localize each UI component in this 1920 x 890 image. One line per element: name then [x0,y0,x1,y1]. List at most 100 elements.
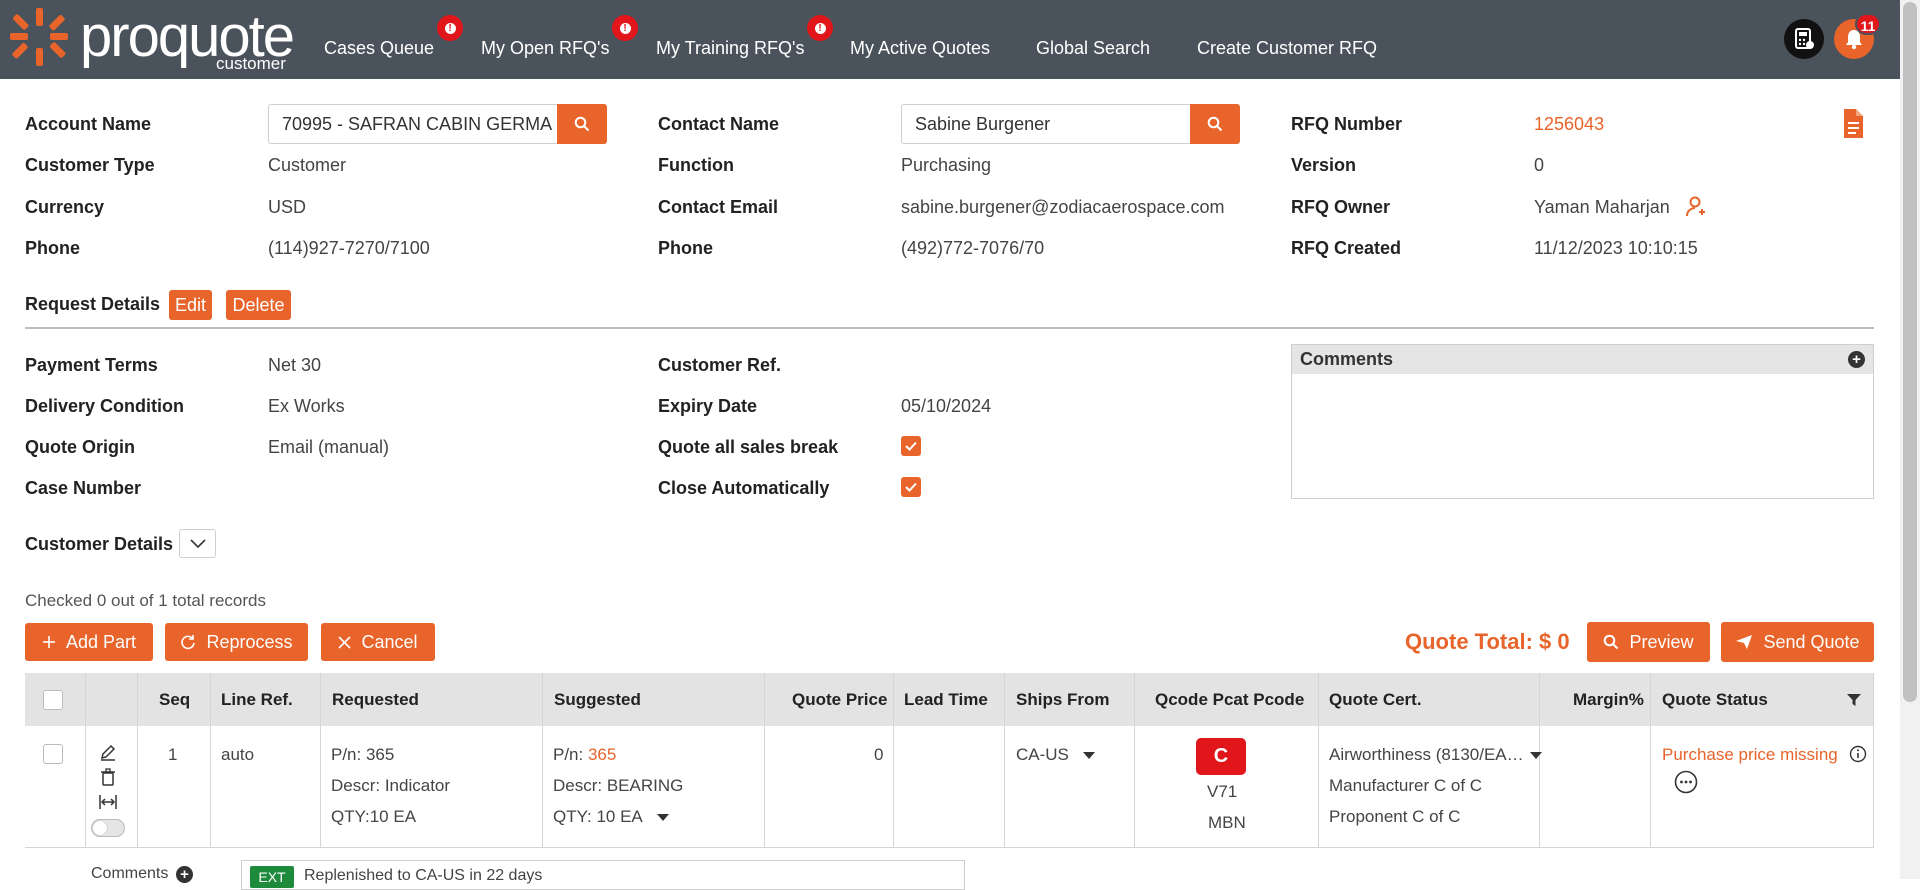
info-icon[interactable] [1849,745,1867,763]
rfq-number-link[interactable]: 1256043 [1534,114,1604,135]
cases-queue-alert-icon: ! [437,15,463,41]
chat-bubble-icon[interactable] [1673,770,1699,796]
change-owner-icon[interactable] [1686,196,1706,223]
document-icon[interactable] [1842,108,1864,145]
col-qcode[interactable]: Qcode Pcat Pcode [1155,673,1304,726]
send-icon [1736,635,1753,649]
suggested-qty-select[interactable]: QTY: 10 EA [553,807,669,827]
table-header: Seq Line Ref. Requested Suggested Quote … [25,673,1874,726]
row-select-checkbox[interactable] [43,744,63,764]
refresh-icon [181,635,196,650]
suggested-pn: P/n: 365 [553,745,617,764]
ships-from-select[interactable]: CA-US [1016,745,1095,765]
quote-status-link[interactable]: Purchase price missing [1662,745,1838,765]
trash-icon[interactable] [100,768,116,786]
col-quote-price[interactable]: Quote Price [792,673,887,726]
nav-my-open-rfqs[interactable]: My Open RFQ's [481,38,609,59]
account-search-button[interactable] [557,104,607,144]
quote-cert-2: Manufacturer C of C [1329,776,1483,795]
close-automatically-checkbox[interactable] [901,477,921,497]
select-all-checkbox[interactable] [43,690,63,710]
reprocess-button[interactable]: Reprocess [165,623,308,661]
version-label: Version [1291,155,1357,175]
filter-icon[interactable] [1847,693,1861,707]
notification-count-badge: 11 [1855,13,1881,35]
col-divider [1650,673,1651,848]
col-line-ref[interactable]: Line Ref. [221,673,293,726]
plus-icon [42,636,55,648]
comments-header: Comments + [1292,345,1873,374]
account-name-input[interactable]: 70995 - SAFRAN CABIN GERMA [268,104,558,144]
col-divider [1318,673,1319,848]
preview-label: Preview [1629,631,1694,652]
edit-pencil-icon[interactable] [99,743,117,761]
contact-name-input[interactable]: Sabine Burgener [901,104,1191,144]
col-divider [1004,673,1005,848]
col-divider [893,673,894,848]
add-row-comment-icon[interactable]: + [176,866,193,883]
search-icon [1207,116,1223,132]
expiry-date-value: 05/10/2024 [901,396,992,416]
cancel-button[interactable]: Cancel [321,623,435,661]
nav-global-search[interactable]: Global Search [1036,38,1150,59]
preview-button[interactable]: Preview [1587,622,1710,662]
col-suggested[interactable]: Suggested [554,673,641,726]
nav-create-customer-rfq[interactable]: Create Customer RFQ [1197,38,1377,59]
quote-cert-3: Proponent C of C [1329,807,1461,826]
search-icon [574,116,590,132]
split-line-icon[interactable] [98,794,118,810]
expiry-date-label: Expiry Date [658,396,758,416]
phone-label: Phone [25,238,81,258]
add-comment-icon[interactable]: + [1848,351,1865,368]
qcode-badge: C [1196,738,1246,775]
search-icon [1604,634,1619,650]
caret-down-icon [1529,752,1542,759]
row-comment: EXT Replenished to CA-US in 22 days [241,860,965,890]
col-quote-status[interactable]: Quote Status [1662,673,1768,726]
col-divider [1134,673,1135,848]
add-part-button[interactable]: Add Part [25,623,153,661]
rfq-number-label: RFQ Number [1291,114,1403,134]
parts-table: Seq Line Ref. Requested Suggested Quote … [25,673,1874,890]
row-divider [25,847,1874,848]
top-nav-bar: proquote customer Cases Queue ! My Open … [0,0,1920,79]
edit-request-button[interactable]: Edit [169,290,212,320]
nav-my-active-quotes[interactable]: My Active Quotes [850,38,990,59]
contact-phone-label: Phone [658,238,714,258]
delete-request-button[interactable]: Delete [226,290,291,320]
suggested-pn-link[interactable]: 365 [588,745,616,764]
quote-price-value: 0 [874,745,884,764]
nav-cases-queue[interactable]: Cases Queue [324,38,434,59]
logo-mark-icon [10,8,68,66]
contact-email-label: Contact Email [658,197,779,217]
chevron-down-icon [189,538,206,548]
customer-details-toggle[interactable] [179,529,216,558]
col-divider [1873,673,1874,848]
ext-badge: EXT [250,866,294,888]
col-divider [210,673,211,848]
col-quote-cert[interactable]: Quote Cert. [1329,673,1422,726]
rfq-owner-value: Yaman Maharjan [1534,197,1670,217]
delivery-condition-label: Delivery Condition [25,396,185,416]
col-lead-time[interactable]: Lead Time [904,673,988,726]
proquote-logo[interactable]: proquote customer [6,4,295,74]
col-seq[interactable]: Seq [159,673,190,726]
records-summary: Checked 0 out of 1 total records [25,591,266,610]
requested-pn: P/n: 365 [331,745,395,764]
payment-terms-value: Net 30 [268,355,322,375]
col-margin[interactable]: Margin% [1573,673,1644,726]
price-calculator-icon[interactable] [1784,19,1824,59]
reprocess-label: Reprocess [206,631,293,652]
col-requested[interactable]: Requested [332,673,419,726]
quote-all-sales-break-checkbox[interactable] [901,436,921,456]
col-divider [137,673,138,848]
send-quote-button[interactable]: Send Quote [1721,622,1874,662]
nav-my-training-rfqs[interactable]: My Training RFQ's [656,38,804,59]
contact-search-button[interactable] [1190,104,1240,144]
row-toggle-switch[interactable] [91,819,125,837]
payment-terms-label: Payment Terms [25,355,158,375]
col-ships-from[interactable]: Ships From [1016,673,1110,726]
function-label: Function [658,155,734,175]
page-scrollbar-thumb[interactable] [1903,2,1917,702]
quote-cert-select[interactable]: Airworthiness (8130/EA… [1329,745,1542,765]
